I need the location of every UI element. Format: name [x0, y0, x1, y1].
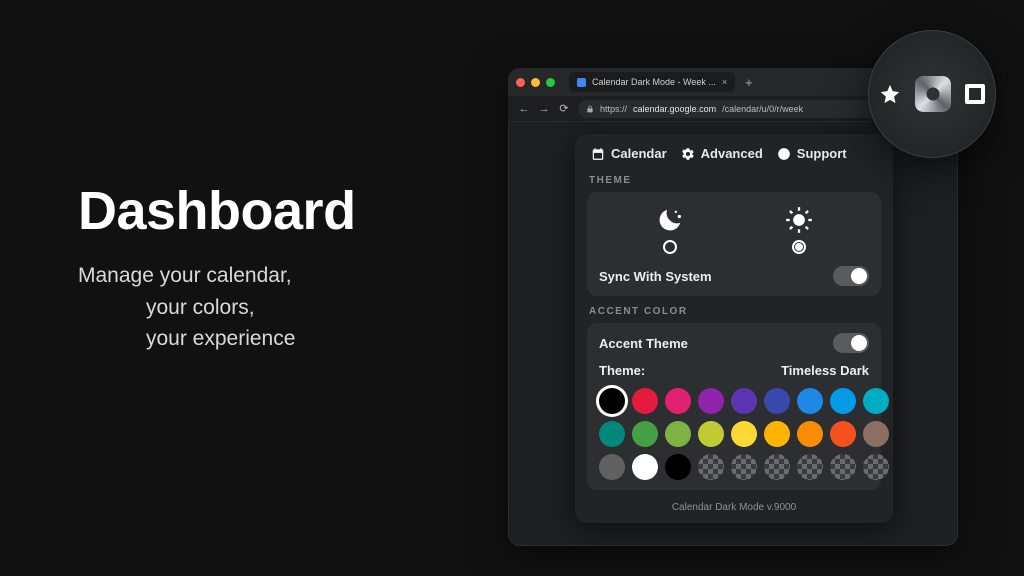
calendar-icon: [591, 147, 605, 161]
section-theme-label: THEME: [589, 175, 879, 186]
back-button[interactable]: ←: [518, 103, 530, 115]
sun-icon: [784, 206, 814, 234]
color-swatch[interactable]: [599, 388, 625, 414]
color-swatch[interactable]: [731, 388, 757, 414]
theme-dark-option[interactable]: [655, 206, 685, 254]
hero-line-1: Manage your calendar,: [78, 264, 292, 287]
color-swatch[interactable]: [665, 388, 691, 414]
accent-card: Accent Theme Theme: Timeless Dark: [587, 323, 881, 490]
traffic-lights: [516, 78, 555, 87]
color-swatch[interactable]: [632, 388, 658, 414]
sync-row: Sync With System: [599, 264, 869, 286]
version-label: Calendar Dark Mode v.9000: [587, 502, 881, 513]
theme-light-radio[interactable]: [792, 240, 806, 254]
extension-panel: Calendar Advanced Support THEME: [575, 134, 893, 523]
url-prefix: https://: [600, 104, 627, 114]
tab-calendar-label: Calendar: [611, 146, 667, 161]
section-accent-label: ACCENT COLOR: [589, 306, 879, 317]
color-swatch[interactable]: [830, 421, 856, 447]
moon-icon: [655, 206, 685, 234]
hero-block: Dashboard Manage your calendar, your col…: [78, 180, 438, 355]
theme-value-label: Timeless Dark: [781, 363, 869, 378]
color-swatch[interactable]: [797, 388, 823, 414]
color-swatch[interactable]: [599, 454, 625, 480]
close-dot-icon[interactable]: [516, 78, 525, 87]
sync-toggle[interactable]: [833, 266, 869, 286]
color-swatch[interactable]: [698, 388, 724, 414]
color-swatch[interactable]: [731, 421, 757, 447]
color-swatch[interactable]: [665, 421, 691, 447]
color-swatch[interactable]: [863, 454, 889, 480]
accent-theme-label: Accent Theme: [599, 336, 688, 351]
color-swatch[interactable]: [599, 421, 625, 447]
theme-card: Sync With System: [587, 192, 881, 296]
swatch-grid: [599, 388, 869, 480]
url-domain: calendar.google.com: [633, 104, 716, 114]
color-swatch[interactable]: [830, 388, 856, 414]
hero-line-2: your colors,: [78, 292, 438, 324]
color-swatch[interactable]: [764, 421, 790, 447]
tab-advanced-label: Advanced: [701, 146, 763, 161]
theme-dark-radio[interactable]: [663, 240, 677, 254]
theme-mode-options: [599, 202, 869, 256]
color-swatch[interactable]: [665, 454, 691, 480]
magnifier-callout: [868, 30, 996, 158]
lock-icon: [586, 105, 594, 113]
gear-icon: [681, 147, 695, 161]
maximize-dot-icon[interactable]: [546, 78, 555, 87]
accent-theme-toggle[interactable]: [833, 333, 869, 353]
color-swatch[interactable]: [863, 421, 889, 447]
panel-tabs: Calendar Advanced Support: [587, 144, 881, 171]
color-swatch[interactable]: [632, 421, 658, 447]
color-swatch[interactable]: [698, 454, 724, 480]
accent-theme-row: Accent Theme: [599, 333, 869, 353]
extension-logo-icon[interactable]: [915, 76, 951, 112]
tab-calendar[interactable]: Calendar: [591, 146, 667, 161]
color-swatch[interactable]: [797, 454, 823, 480]
forward-button[interactable]: →: [538, 103, 550, 115]
hero-subtitle: Manage your calendar, your colors, your …: [78, 260, 438, 355]
minimize-dot-icon[interactable]: [531, 78, 540, 87]
hero-line-3: your experience: [78, 323, 438, 355]
tab-support-label: Support: [797, 146, 847, 161]
color-swatch[interactable]: [863, 388, 889, 414]
theme-name-row: Theme: Timeless Dark: [599, 363, 869, 378]
new-tab-button[interactable]: +: [741, 75, 757, 90]
tab-favicon-icon: [577, 78, 586, 87]
url-path: /calendar/u/0/r/week: [722, 104, 803, 114]
color-swatch[interactable]: [731, 454, 757, 480]
color-swatch[interactable]: [797, 421, 823, 447]
address-bar[interactable]: https:// calendar.google.com/calendar/u/0…: [578, 100, 888, 118]
support-icon: [777, 147, 791, 161]
tab-title: Calendar Dark Mode - Week ...: [592, 77, 716, 87]
color-swatch[interactable]: [830, 454, 856, 480]
bookmark-star-icon[interactable]: [879, 83, 901, 105]
reload-button[interactable]: ⟳: [558, 103, 570, 115]
close-tab-icon[interactable]: ×: [722, 77, 727, 87]
theme-light-option[interactable]: [784, 206, 814, 254]
sidebar-toggle-large-icon[interactable]: [965, 84, 985, 104]
color-swatch[interactable]: [632, 454, 658, 480]
color-swatch[interactable]: [698, 421, 724, 447]
theme-key-label: Theme:: [599, 363, 645, 378]
color-swatch[interactable]: [764, 388, 790, 414]
tab-advanced[interactable]: Advanced: [681, 146, 763, 161]
hero-title: Dashboard: [78, 180, 438, 242]
sync-label: Sync With System: [599, 269, 712, 284]
tab-support[interactable]: Support: [777, 146, 847, 161]
browser-tab[interactable]: Calendar Dark Mode - Week ... ×: [569, 72, 735, 92]
color-swatch[interactable]: [764, 454, 790, 480]
